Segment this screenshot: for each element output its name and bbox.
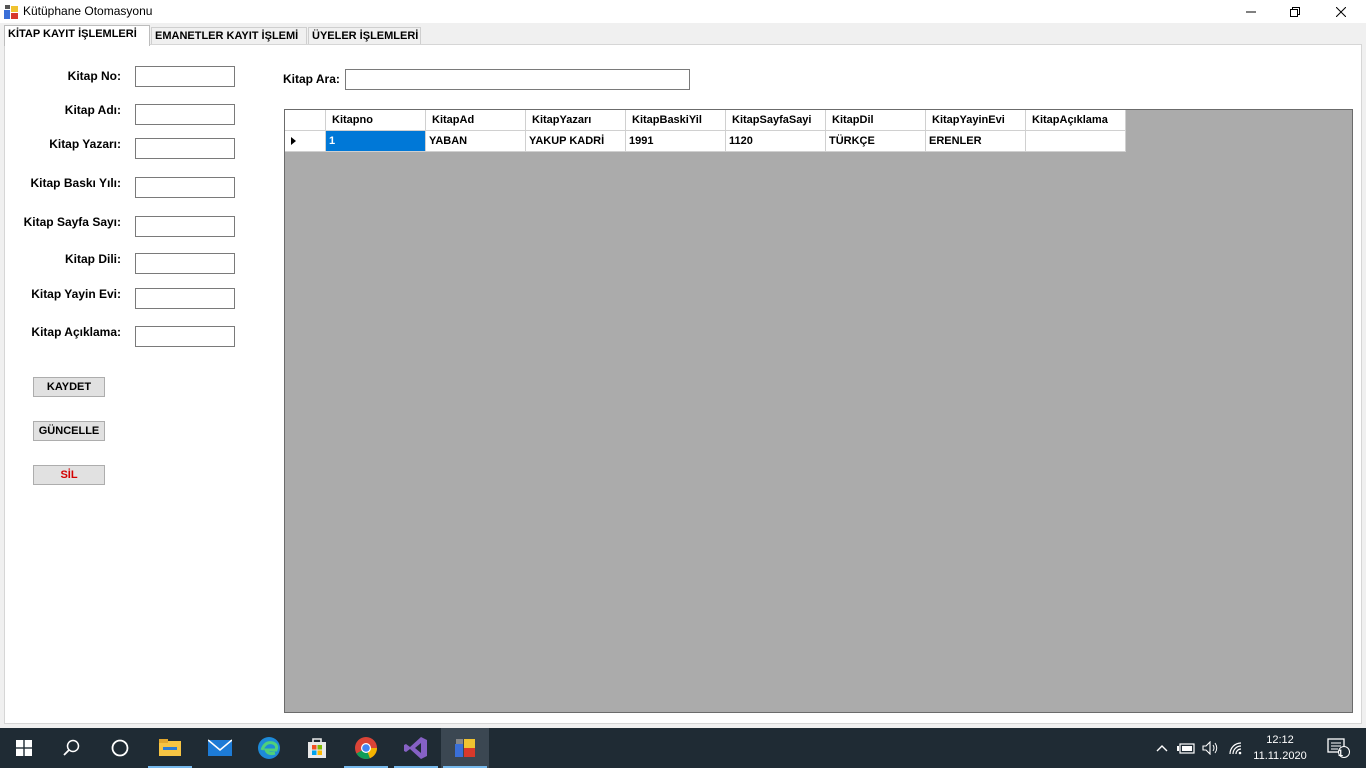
- minimize-button[interactable]: [1228, 0, 1274, 23]
- column-header[interactable]: KitapYayinEvi: [926, 110, 1026, 131]
- table-cell[interactable]: 1: [326, 131, 426, 152]
- title-bar: Kütüphane Otomasyonu: [0, 0, 1366, 23]
- chrome-button[interactable]: [342, 728, 390, 768]
- visual-studio-icon: [404, 737, 427, 759]
- guncelle-button[interactable]: GÜNCELLE: [33, 421, 105, 441]
- sil-button[interactable]: SİL: [33, 465, 105, 485]
- table-cell[interactable]: 1120: [726, 131, 826, 152]
- volume-button[interactable]: [1200, 728, 1222, 768]
- table-cell[interactable]: 1991: [626, 131, 726, 152]
- kitap-aciklama-input[interactable]: [135, 326, 235, 347]
- tab-uyeler[interactable]: ÜYELER İŞLEMLERİ: [308, 27, 421, 45]
- kitap-sayfa-sayi-label: Kitap Sayfa Sayı:: [23, 215, 121, 229]
- table-cell[interactable]: TÜRKÇE: [826, 131, 926, 152]
- column-header[interactable]: KitapDil: [826, 110, 926, 131]
- current-row-arrow-icon: [291, 137, 296, 145]
- wifi-icon: [1229, 742, 1242, 755]
- app-icon: [4, 5, 18, 19]
- app-window: Kütüphane Otomasyonu KİTAP KAYIT İŞLEMLE…: [0, 0, 1366, 728]
- kitap-dili-input[interactable]: [135, 253, 235, 274]
- mail-icon: [208, 739, 232, 756]
- close-icon: [1336, 6, 1346, 17]
- kitap-baski-yili-input[interactable]: [135, 177, 235, 198]
- kitap-yazari-label: Kitap Yazarı:: [49, 137, 121, 151]
- battery-icon: [1177, 743, 1195, 754]
- action-center-button[interactable]: 1: [1318, 728, 1358, 768]
- file-explorer-button[interactable]: [146, 728, 194, 768]
- tab-emanetler-kayit[interactable]: EMANETLER KAYIT İŞLEMİ: [151, 27, 307, 45]
- show-hidden-icons-button[interactable]: [1152, 728, 1172, 768]
- edge-icon: [258, 737, 280, 759]
- table-cell[interactable]: ERENLER: [926, 131, 1026, 152]
- app-window-icon: [455, 739, 475, 757]
- kitap-kayit-page: Kitap No: Kitap Adı: Kitap Yazarı: Kitap…: [4, 44, 1362, 724]
- column-header[interactable]: KitapAçıklama: [1026, 110, 1126, 131]
- kitap-aciklama-label: Kitap Açıklama:: [31, 325, 121, 339]
- table-cell[interactable]: YAKUP KADRİ: [526, 131, 626, 152]
- kitap-no-label: Kitap No:: [67, 69, 121, 83]
- start-button[interactable]: [0, 728, 48, 768]
- clock-date: 11.11.2020: [1253, 750, 1307, 762]
- table-cell[interactable]: [1026, 131, 1126, 152]
- kitap-baski-yili-label: Kitap Baskı Yılı:: [30, 176, 121, 190]
- kitap-adi-label: Kitap Adı:: [64, 103, 121, 117]
- restore-button[interactable]: [1272, 0, 1318, 23]
- tab-kitap-kayit[interactable]: KİTAP KAYIT İŞLEMLERİ: [4, 25, 150, 46]
- store-icon: [308, 738, 326, 758]
- kitap-yazari-input[interactable]: [135, 138, 235, 159]
- kitap-sayfa-sayi-input[interactable]: [135, 216, 235, 237]
- kitap-yayin-evi-label: Kitap Yayin Evi:: [31, 287, 121, 301]
- store-button[interactable]: [293, 728, 341, 768]
- taskbar: 12:12 11.11.2020 1: [0, 728, 1366, 768]
- start-icon: [16, 740, 32, 756]
- column-header[interactable]: KitapAd: [426, 110, 526, 131]
- window-title: Kütüphane Otomasyonu: [23, 4, 153, 18]
- column-header[interactable]: KitapYazarı: [526, 110, 626, 131]
- books-grid[interactable]: Kitapno KitapAd KitapYazarı KitapBaskiYil Ki…: [284, 109, 1353, 713]
- search-button[interactable]: [48, 728, 96, 768]
- task-view-button[interactable]: [96, 728, 144, 768]
- kitap-ara-label: Kitap Ara:: [283, 72, 340, 86]
- chrome-icon: [355, 737, 377, 759]
- column-header[interactable]: KitapBaskiYil: [626, 110, 726, 131]
- clock[interactable]: 12:12 11.11.2020: [1244, 732, 1316, 764]
- close-button[interactable]: [1318, 0, 1364, 23]
- column-header[interactable]: Kitapno: [326, 110, 426, 131]
- row-header[interactable]: [285, 131, 326, 152]
- mail-button[interactable]: [196, 728, 244, 768]
- volume-icon: [1202, 741, 1218, 755]
- battery-button[interactable]: [1174, 728, 1198, 768]
- row-header-corner: [285, 110, 326, 131]
- task-view-icon: [111, 739, 129, 757]
- file-explorer-icon: [159, 739, 181, 756]
- kitap-dili-label: Kitap Dili:: [65, 252, 121, 266]
- edge-button[interactable]: [245, 728, 293, 768]
- kitap-no-input[interactable]: [135, 66, 235, 87]
- kitap-yayin-evi-input[interactable]: [135, 288, 235, 309]
- search-icon: [63, 739, 80, 756]
- table-cell[interactable]: YABAN: [426, 131, 526, 152]
- restore-icon: [1290, 6, 1300, 17]
- clock-time: 12:12: [1266, 734, 1294, 746]
- minimize-icon: [1246, 11, 1256, 12]
- chevron-up-icon: [1156, 745, 1168, 752]
- visual-studio-button[interactable]: [392, 728, 440, 768]
- kutuphane-app-button[interactable]: [441, 728, 489, 768]
- kaydet-button[interactable]: KAYDET: [33, 377, 105, 397]
- kitap-adi-input[interactable]: [135, 104, 235, 125]
- notification-count: 1: [1338, 748, 1344, 758]
- column-header[interactable]: KitapSayfaSayi: [726, 110, 826, 131]
- kitap-ara-input[interactable]: [345, 69, 690, 90]
